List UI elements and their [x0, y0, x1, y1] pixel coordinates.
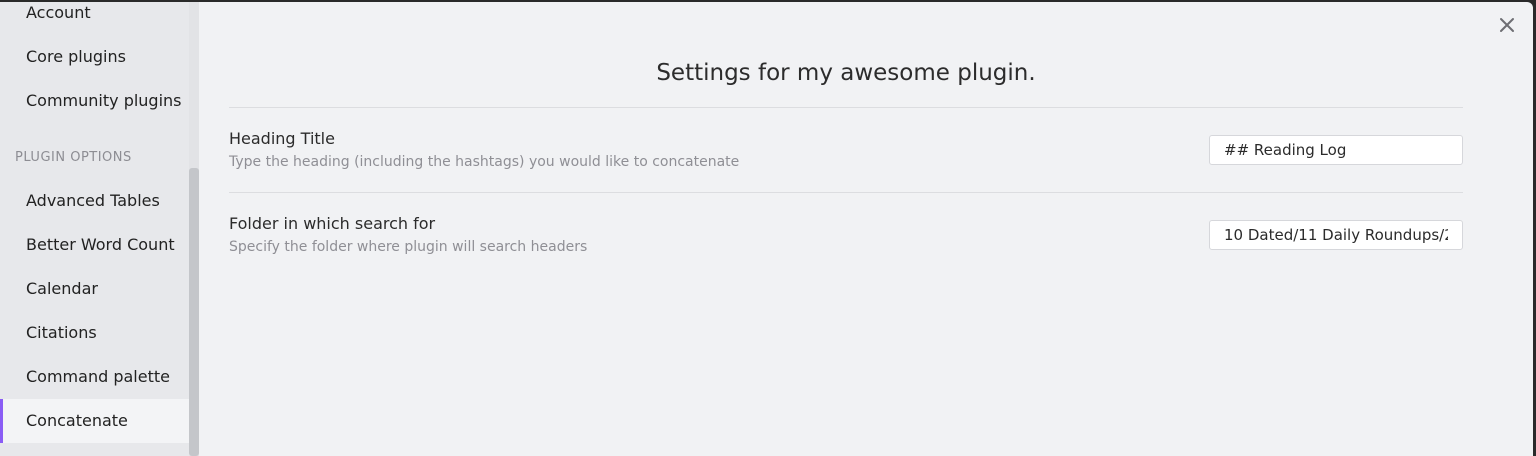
sidebar-item-label: Command palette: [26, 367, 170, 386]
sidebar-item-better-word-count[interactable]: Better Word Count: [0, 223, 189, 267]
sidebar-item-label: Calendar: [26, 279, 98, 298]
sidebar-item-calendar[interactable]: Calendar: [0, 267, 189, 311]
sidebar-item-advanced-tables[interactable]: Advanced Tables: [0, 179, 189, 223]
setting-description: Type the heading (including the hashtags…: [229, 154, 740, 170]
heading-title-input[interactable]: [1209, 135, 1463, 165]
setting-description: Specify the folder where plugin will sea…: [229, 239, 588, 255]
folder-path-input[interactable]: [1209, 220, 1463, 250]
sidebar-item-concatenate[interactable]: Concatenate: [0, 399, 189, 443]
setting-name: Folder in which search for: [229, 214, 436, 233]
divider: [229, 192, 1463, 193]
settings-modal: Account Core plugins Community plugins P…: [0, 2, 1533, 456]
page-title: Settings for my awesome plugin.: [656, 60, 1036, 86]
sidebar-item-community-plugins[interactable]: Community plugins: [0, 79, 189, 123]
sidebar-item-core-plugins[interactable]: Core plugins: [0, 35, 189, 79]
setting-name: Heading Title: [229, 129, 335, 148]
settings-sidebar: Account Core plugins Community plugins P…: [0, 2, 199, 456]
divider: [229, 107, 1463, 108]
sidebar-item-label: Concatenate: [26, 411, 128, 430]
sidebar-item-label: Citations: [26, 323, 97, 342]
sidebar-item-account[interactable]: Account: [0, 2, 189, 35]
sidebar-item-label: Account: [26, 3, 91, 22]
sidebar-item-citations[interactable]: Citations: [0, 311, 189, 355]
sidebar-item-label: Advanced Tables: [26, 191, 160, 210]
sidebar-item-label: Community plugins: [26, 91, 182, 110]
sidebar-item-label: Core plugins: [26, 47, 126, 66]
sidebar-scrollbar-thumb[interactable]: [189, 168, 199, 456]
sidebar-item-command-palette[interactable]: Command palette: [0, 355, 189, 399]
close-icon[interactable]: [1497, 15, 1517, 35]
sidebar-item-label: Better Word Count: [26, 235, 175, 254]
sidebar-section-header: PLUGIN OPTIONS: [15, 150, 132, 165]
